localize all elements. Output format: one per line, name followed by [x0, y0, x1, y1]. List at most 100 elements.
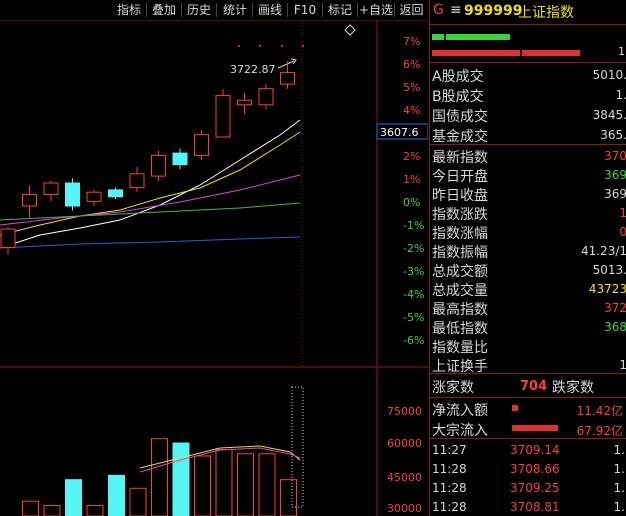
ma60-line	[0, 236, 301, 249]
candle-body	[22, 194, 37, 207]
candle-body	[43, 182, 59, 195]
toolbar-draw-button[interactable]: 画线	[253, 0, 287, 20]
net-inflow-value: 11.42亿	[576, 404, 623, 418]
current-price-label: 3607.6	[380, 126, 419, 139]
percent-axis-label: 4%	[403, 104, 420, 117]
volume-bar	[237, 453, 254, 516]
block-inflow-bar	[512, 425, 558, 431]
percent-axis-label: 7%	[403, 35, 420, 48]
quote-panel: G ≡ 999999 上证指数 1 A股成交 5010. B股成交 1. 国债成交 384…	[429, 0, 626, 516]
bar-right-value: 1	[618, 45, 625, 58]
toolbar-back-button[interactable]: 返回	[395, 0, 428, 20]
bid-bar-small	[432, 34, 444, 40]
security-name: 上证指数	[518, 5, 574, 21]
volume-bar	[22, 500, 39, 516]
percent-axis-label: -2%	[403, 242, 424, 255]
candle-body	[280, 72, 295, 85]
candle-body	[194, 134, 209, 156]
tick-row[interactable]: 11:28 3708.66 1.	[430, 460, 626, 478]
tick-price: 3708.81	[510, 500, 560, 514]
net-inflow-row: 净流入额 11.42亿	[430, 398, 626, 420]
block-inflow-label: 大宗流入	[432, 423, 488, 439]
volume-series	[22, 438, 297, 516]
percent-axis-label: -5%	[403, 311, 424, 324]
stat-row: 国债成交 3845.	[430, 104, 626, 126]
stat-value: 368	[604, 320, 626, 334]
volume-axis-label: 60000	[387, 437, 422, 450]
advance-label: 涨家数	[432, 380, 474, 396]
candle-body	[237, 99, 252, 106]
stat-value: 369	[604, 187, 626, 201]
volume-bar	[172, 442, 190, 516]
net-inflow-bar	[512, 405, 518, 411]
volume-bar	[108, 474, 125, 516]
stat-value: 1	[619, 206, 626, 220]
stat-row: A股成交 5010.	[430, 64, 626, 86]
tick-row[interactable]: 11:27 3709.14 1.	[430, 441, 626, 459]
candle-body	[108, 189, 123, 198]
tick-price: 3708.66	[510, 462, 560, 476]
toolbar-indicator-button[interactable]: 指标	[112, 0, 146, 20]
block-inflow-value: 67.92亿	[576, 424, 623, 438]
volume-bar	[86, 505, 104, 516]
percent-axis-label: 1%	[403, 173, 420, 186]
candle-body	[151, 154, 166, 177]
volume-bar	[215, 448, 233, 516]
stat-value: 5010.	[592, 68, 626, 82]
percent-axis-label: 6%	[403, 58, 420, 71]
decline-label: 跌家数	[552, 380, 594, 396]
percent-axis-label: 2%	[403, 150, 420, 163]
advance-decline-row: 涨家数 704 跌家数	[430, 375, 626, 397]
tick-volume: 1.	[613, 462, 625, 476]
percent-axis-label: -3%	[403, 265, 424, 278]
signal-dots	[238, 45, 304, 47]
toolbar-mark-button[interactable]: 标记	[323, 0, 357, 20]
toolbar-history-button[interactable]: 历史	[182, 0, 216, 20]
tick-row[interactable]: 11:28 3709.25 1.	[430, 479, 626, 497]
volume-bar	[43, 505, 61, 516]
toolbar-stats-button[interactable]: 统计	[218, 0, 252, 20]
kline-chart[interactable]: 7%6%5%4%3%2%1%0%-1%-2%-3%-4%-5%-6% 3722.…	[0, 20, 428, 516]
badge-g: G	[433, 2, 444, 18]
volume-bar	[151, 438, 168, 516]
diamond-icon[interactable]	[344, 24, 356, 36]
percent-axis-label: -4%	[403, 288, 424, 301]
tick-price: 3709.14	[510, 443, 560, 457]
candle-body	[0, 228, 16, 248]
stat-label: A股成交	[432, 69, 484, 85]
stat-value: 5013.	[592, 263, 626, 277]
toolbar-overlay-button[interactable]: 叠加	[147, 0, 181, 20]
candle-body	[215, 95, 231, 138]
chart-toolbar: 指标 叠加 历史 统计 画线 F10 标记 +自选 返回	[0, 0, 428, 20]
stat-value: 43723	[588, 282, 626, 296]
stat-row: 基金成交 365.	[430, 124, 626, 146]
volume-axis-label: 75000	[387, 405, 422, 418]
toolbar-f10-button[interactable]: F10	[288, 0, 322, 20]
high-price-label: 3722.87	[230, 63, 276, 76]
tick-row[interactable]: 11:28 3708.81 1.	[430, 498, 626, 516]
toolbar-separator	[216, 3, 217, 17]
stat-value: 369	[604, 168, 626, 182]
menu-icon[interactable]: ≡	[450, 2, 462, 18]
stat-value: 41.23/1	[580, 244, 626, 258]
panel-divider	[430, 62, 626, 63]
percent-axis-label: -6%	[403, 334, 424, 347]
tick-time: 11:28	[432, 462, 467, 476]
stat-label: 国债成交	[432, 109, 488, 125]
candle-body	[258, 88, 274, 106]
candle-body	[172, 152, 188, 166]
block-inflow-row: 大宗流入 67.92亿	[430, 418, 626, 440]
net-inflow-label: 净流入额	[432, 403, 488, 419]
volume-bar	[280, 479, 297, 516]
panel-divider	[430, 438, 626, 439]
stat-value: 372	[604, 301, 626, 315]
tick-volume: 1.	[613, 500, 625, 514]
advance-count: 704	[520, 379, 548, 394]
panel-divider	[430, 373, 626, 374]
tick-time: 11:28	[432, 500, 467, 514]
stat-value: 365.	[600, 128, 626, 142]
volume-axis: 75000 60000 45000 30000	[387, 405, 422, 515]
toolbar-add-watchlist-button[interactable]: +自选	[358, 0, 394, 20]
stat-value: 1.	[615, 88, 626, 102]
ma30-line	[0, 202, 301, 221]
